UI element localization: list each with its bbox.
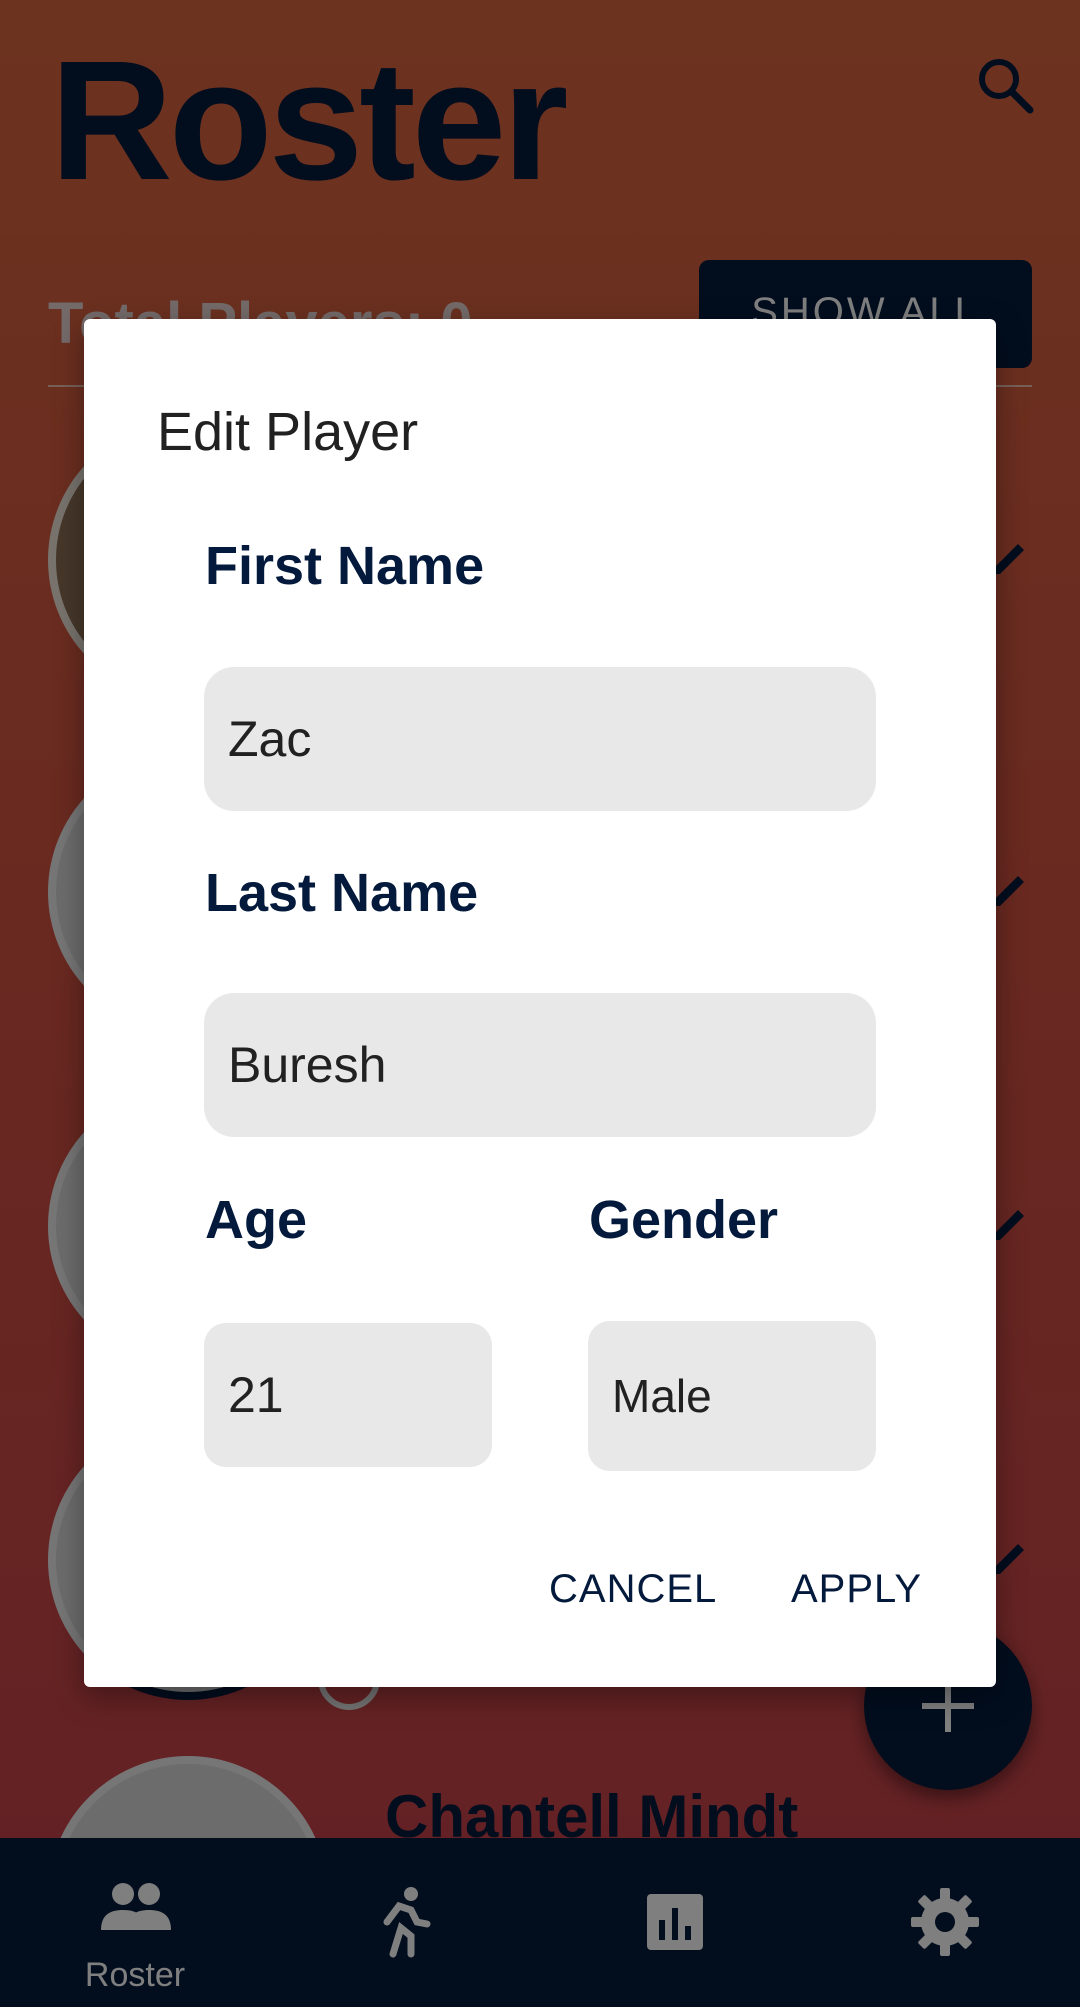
age-field[interactable]: 21 — [204, 1323, 492, 1467]
first-name-label: First Name — [205, 536, 485, 596]
apply-button[interactable]: APPLY — [791, 1567, 922, 1612]
gender-select[interactable]: Male — [588, 1321, 876, 1471]
first-name-field[interactable]: Zac — [204, 667, 876, 811]
edit-player-dialog: Edit Player First Name Zac Last Name Bur… — [84, 319, 996, 1687]
last-name-label: Last Name — [205, 863, 479, 923]
last-name-field[interactable]: Buresh — [204, 993, 876, 1137]
age-label: Age — [205, 1190, 308, 1250]
dialog-title: Edit Player — [157, 402, 419, 462]
gender-label: Gender — [589, 1190, 779, 1250]
cancel-button[interactable]: CANCEL — [549, 1567, 717, 1612]
